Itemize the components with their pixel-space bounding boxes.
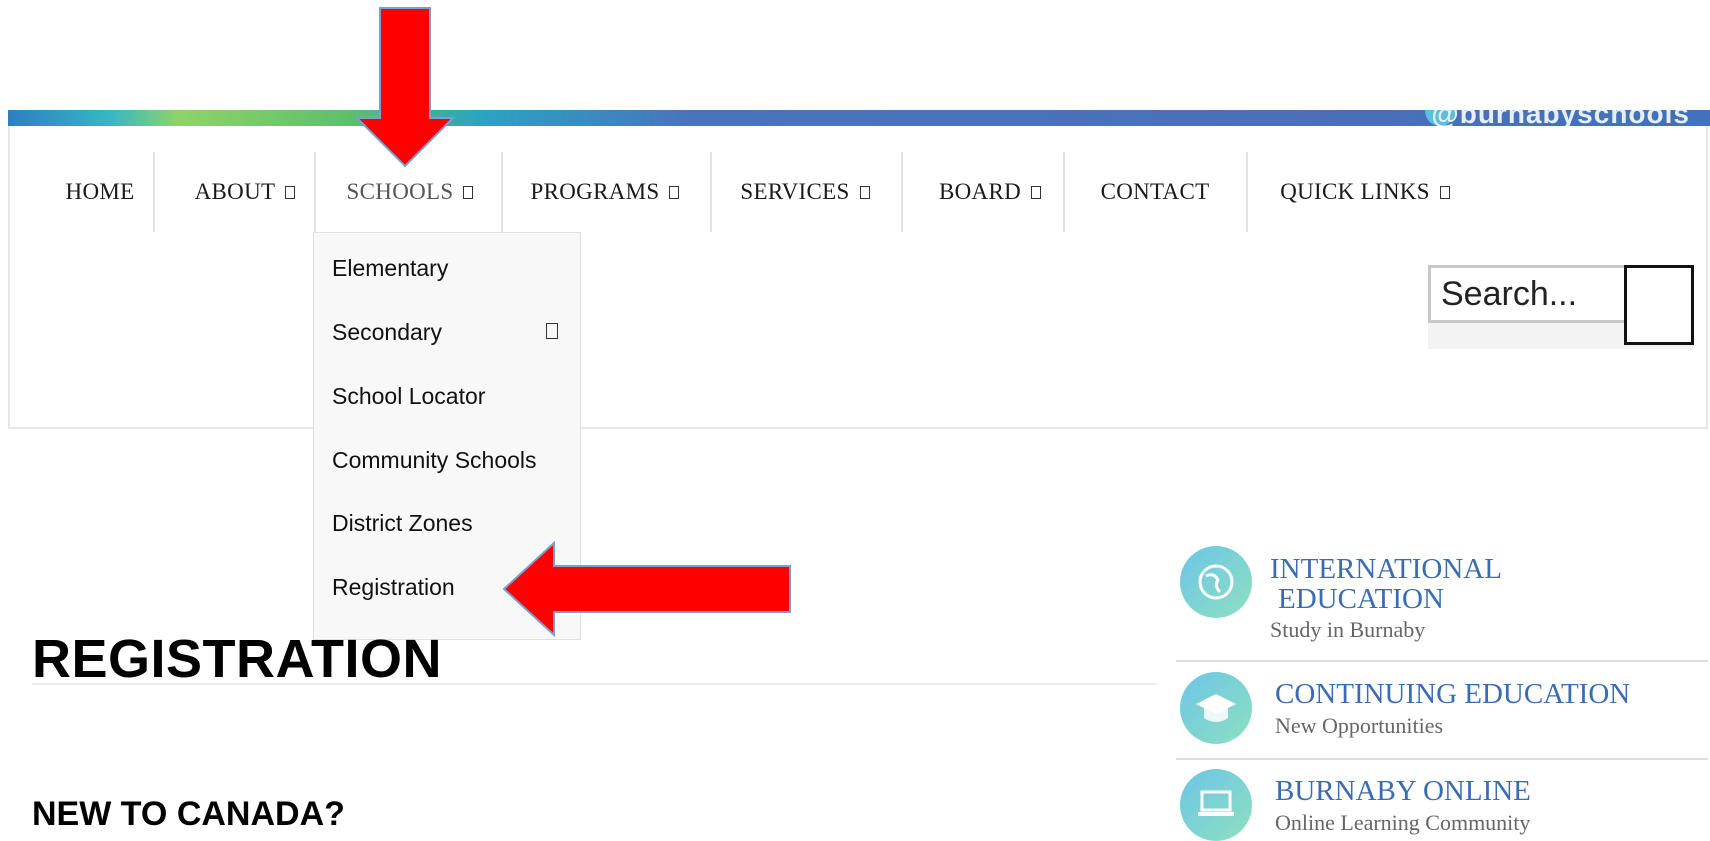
nav-divider <box>314 152 316 232</box>
red-arrow-left-icon <box>502 541 791 637</box>
globe-icon <box>1180 546 1252 618</box>
nav-divider <box>501 152 503 232</box>
nav-item-contact[interactable]: CONTACT <box>1080 152 1230 232</box>
dropdown-item-school-locator[interactable]: School Locator <box>332 383 485 410</box>
nav-label: HOME <box>65 179 135 204</box>
nav-divider <box>901 152 903 232</box>
chevron-down-icon <box>463 185 474 199</box>
dropdown-item-secondary[interactable]: Secondary <box>332 319 442 346</box>
nav-divider <box>1246 152 1248 232</box>
dropdown-item-community-schools[interactable]: Community Schools <box>332 447 537 474</box>
chevron-down-icon <box>669 185 680 199</box>
graduation-cap-icon <box>1180 672 1252 744</box>
chevron-down-icon <box>859 185 870 199</box>
nav-divider <box>1063 152 1065 232</box>
nav-item-quick-links[interactable]: QUICK LINKS <box>1270 152 1460 232</box>
chevron-down-icon <box>285 185 296 199</box>
social-handle: @burnabyschools <box>1431 110 1690 126</box>
sidebar-title: CONTINUING EDUCATION <box>1275 678 1631 710</box>
page-title: REGISTRATION <box>32 629 442 689</box>
nav-label: SCHOOLS <box>346 179 454 204</box>
nav-label: ABOUT <box>194 179 276 204</box>
search-box <box>1428 265 1694 349</box>
nav-item-board[interactable]: BOARD <box>915 152 1065 232</box>
chevron-down-icon <box>1031 185 1041 199</box>
nav-label: SERVICES <box>740 179 850 204</box>
sidebar-subtitle: Study in Burnaby <box>1270 617 1426 642</box>
sidebar-title: INTERNATIONAL <box>1270 553 1502 585</box>
sidebar-title: BURNABY ONLINE <box>1275 775 1531 807</box>
sidebar-divider <box>1176 660 1708 662</box>
nav-label: PROGRAMS <box>530 179 660 204</box>
nav-item-programs[interactable]: PROGRAMS <box>515 152 695 232</box>
laptop-icon <box>1180 769 1252 841</box>
nav-label: BOARD <box>938 179 1021 204</box>
title-divider <box>32 683 1157 685</box>
nav-item-about[interactable]: ABOUT <box>180 152 310 232</box>
sidebar-divider <box>1176 758 1708 760</box>
submenu-arrow-icon <box>546 323 558 339</box>
sidebar-subtitle: Online Learning Community <box>1275 810 1531 835</box>
nav-divider <box>710 152 712 232</box>
nav-divider <box>153 152 155 232</box>
dropdown-item-district-zones[interactable]: District Zones <box>332 510 473 537</box>
nav-item-home[interactable]: HOME <box>40 152 160 232</box>
sidebar-subtitle: New Opportunities <box>1275 713 1444 738</box>
search-input[interactable] <box>1428 265 1628 323</box>
dropdown-item-registration[interactable]: Registration <box>332 574 455 601</box>
sidebar-title: EDUCATION <box>1278 583 1444 615</box>
chevron-down-icon <box>1439 185 1450 199</box>
nav-item-services[interactable]: SERVICES <box>720 152 890 232</box>
section-heading: NEW TO CANADA? <box>32 795 345 833</box>
dropdown-item-elementary[interactable]: Elementary <box>332 255 448 282</box>
header-banner: @burnabyschools <box>8 110 1710 126</box>
nav-label: CONTACT <box>1100 179 1210 204</box>
search-button[interactable] <box>1624 265 1694 345</box>
nav-label: QUICK LINKS <box>1280 179 1430 204</box>
red-arrow-down-icon <box>355 7 455 168</box>
